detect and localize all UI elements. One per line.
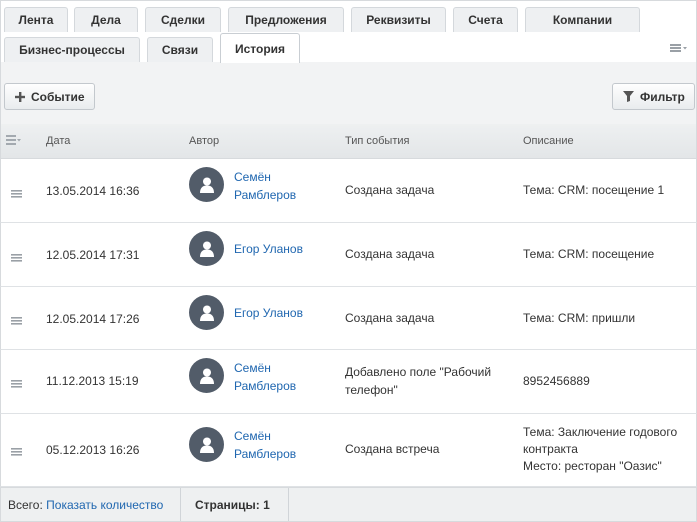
row-date: 11.12.2013 15:19	[46, 374, 139, 388]
show-count-link[interactable]: Показать количество	[46, 498, 163, 512]
tab-business-processes[interactable]: Бизнес-процессы	[4, 37, 140, 62]
event-type-line-1: Создана встреча	[345, 442, 440, 456]
desc-line-1: Тема: CRM: посещение 1	[523, 183, 665, 197]
event-description: Тема: CRM: посещение	[523, 246, 693, 263]
row-menu-icon[interactable]	[11, 251, 22, 262]
author-link[interactable]: Семён Рамблеров	[234, 359, 296, 395]
avatar-icon[interactable]	[189, 427, 224, 462]
footer-divider	[288, 488, 289, 521]
row-menu-icon[interactable]	[11, 314, 22, 325]
tab-quotes[interactable]: Предложения	[228, 7, 344, 32]
event-type: Создана задача	[345, 245, 434, 263]
author-line-1: Егор Уланов	[234, 242, 303, 256]
tab-history[interactable]: История	[220, 33, 300, 63]
avatar-icon[interactable]	[189, 295, 224, 330]
author-link[interactable]: Семён Рамблеров	[234, 427, 296, 463]
author-line-1: Семён	[234, 170, 271, 184]
add-event-button[interactable]: Событие	[4, 83, 95, 110]
grid-header: Дата Автор Тип события Описание	[0, 124, 697, 159]
author-link[interactable]: Семён Рамблеров	[234, 168, 296, 204]
event-type-line-1: Создана задача	[345, 183, 435, 197]
event-type-line-1: Добавлено поле "Рабочий	[345, 365, 492, 379]
plus-icon	[15, 91, 25, 102]
column-author[interactable]: Автор	[189, 135, 219, 147]
event-type: Добавлено поле "Рабочий телефон"	[345, 363, 491, 399]
event-type-line-2: телефон"	[345, 383, 398, 397]
tab-deals[interactable]: Сделки	[145, 7, 221, 32]
table-row[interactable]: 13.05.2014 16:36 Семён Рамблеров Создана…	[0, 159, 697, 223]
table-row[interactable]: 12.05.2014 17:31 Егор Уланов Создана зад…	[0, 223, 697, 287]
author-line-2: Рамблеров	[234, 379, 297, 393]
table-row[interactable]: 11.12.2013 15:19 Семён Рамблеров Добавле…	[0, 350, 697, 414]
row-date: 05.12.2013 16:26	[46, 443, 140, 457]
desc-line-1: Тема: CRM: пришли	[523, 311, 636, 325]
event-description: Тема: CRM: пришли	[523, 310, 693, 327]
desc-line-1: Тема: CRM: посещение	[523, 247, 655, 261]
tab-invoices[interactable]: Счета	[453, 7, 518, 32]
event-type: Создана встреча	[345, 440, 439, 458]
column-description[interactable]: Описание	[523, 135, 574, 147]
row-menu-icon[interactable]	[11, 377, 22, 388]
filter-label: Фильтр	[640, 89, 685, 104]
event-type: Создана задача	[345, 309, 434, 327]
avatar-icon[interactable]	[189, 231, 224, 266]
desc-line-1: Тема: Заключение годового	[523, 425, 678, 439]
desc-line-3: Место: ресторан "Оазис"	[523, 459, 662, 473]
author-link[interactable]: Егор Уланов	[234, 240, 303, 258]
tabs-menu-icon[interactable]	[670, 41, 688, 55]
author-line-1: Семён	[234, 361, 271, 375]
grid-footer: Всего: Показать количество Страницы: 1	[0, 487, 697, 522]
tab-bar: Лента Дела Сделки Предложения Реквизиты …	[0, 0, 697, 63]
tab-activities[interactable]: Дела	[74, 7, 138, 32]
event-description: 8952456889	[523, 373, 693, 390]
author-line-2: Рамблеров	[234, 447, 297, 461]
table-row[interactable]: 05.12.2013 16:26 Семён Рамблеров Создана…	[0, 414, 697, 487]
avatar-icon[interactable]	[189, 167, 224, 202]
total-label: Всего:	[8, 498, 43, 512]
event-type-line-1: Создана задача	[345, 311, 435, 325]
toolbar: Событие Фильтр	[0, 62, 697, 124]
column-settings-icon[interactable]	[6, 134, 22, 146]
event-type: Создана задача	[345, 181, 434, 199]
tab-links[interactable]: Связи	[147, 37, 213, 62]
tab-requisites[interactable]: Реквизиты	[351, 7, 446, 32]
row-menu-icon[interactable]	[11, 445, 22, 456]
row-menu-icon[interactable]	[11, 187, 22, 198]
desc-line-1: 8952456889	[523, 374, 590, 388]
event-description: Тема: CRM: посещение 1	[523, 182, 693, 199]
author-line-1: Егор Уланов	[234, 306, 303, 320]
avatar-icon[interactable]	[189, 358, 224, 393]
footer-divider	[180, 488, 181, 521]
tab-companies[interactable]: Компании	[525, 7, 640, 32]
desc-line-2: контракта	[523, 442, 578, 456]
author-link[interactable]: Егор Уланов	[234, 304, 303, 322]
add-event-label: Событие	[31, 89, 85, 104]
filter-icon	[623, 91, 634, 102]
pagination-label: Страницы: 1	[195, 498, 270, 512]
event-type-line-1: Создана задача	[345, 247, 435, 261]
row-date: 12.05.2014 17:31	[46, 248, 140, 262]
author-line-2: Рамблеров	[234, 188, 297, 202]
table-row[interactable]: 12.05.2014 17:26 Егор Уланов Создана зад…	[0, 287, 697, 350]
author-line-1: Семён	[234, 429, 271, 443]
row-date: 13.05.2014 16:36	[46, 184, 140, 198]
total-count: Всего: Показать количество	[8, 498, 163, 512]
tab-feed[interactable]: Лента	[4, 7, 68, 32]
filter-button[interactable]: Фильтр	[612, 83, 695, 110]
event-description: Тема: Заключение годового контракта Мест…	[523, 424, 693, 475]
column-date[interactable]: Дата	[46, 135, 70, 147]
row-date: 12.05.2014 17:26	[46, 312, 140, 326]
column-event-type[interactable]: Тип события	[345, 135, 409, 147]
